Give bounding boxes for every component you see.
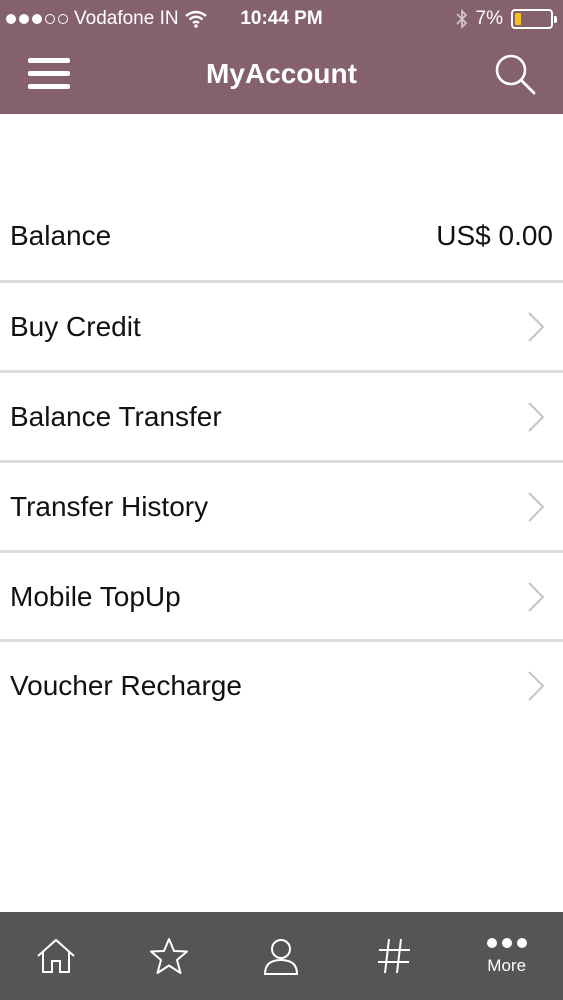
menu-item-label: Transfer History	[10, 491, 209, 522]
page-title: MyAccount	[206, 58, 357, 89]
bluetooth-icon	[455, 9, 467, 29]
menu-item-voucher-recharge[interactable]: Voucher Recharge	[0, 642, 563, 730]
chevron-right-icon	[528, 492, 545, 522]
balance-value: US$ 0.00	[436, 220, 553, 251]
balance-row: Balance US$ 0.00	[0, 192, 563, 280]
menu-item-label: Voucher Recharge	[10, 670, 242, 701]
profile-icon	[264, 939, 299, 975]
hash-icon	[378, 938, 411, 974]
status-bar: Vodafone IN 10:44 PM 7%	[0, 0, 563, 38]
search-icon[interactable]	[493, 52, 537, 96]
more-icon	[486, 938, 527, 948]
chevron-right-icon	[528, 312, 545, 342]
menu-item-label: Mobile TopUp	[10, 581, 181, 612]
star-icon	[149, 938, 188, 974]
status-right: 7%	[455, 8, 557, 30]
chevron-right-icon	[528, 582, 545, 612]
tab-favorites[interactable]	[113, 912, 226, 1000]
tab-more[interactable]: More	[450, 912, 563, 1000]
chevron-right-icon	[528, 402, 545, 432]
menu-item-transfer-history[interactable]: Transfer History	[0, 463, 563, 551]
menu-item-mobile-topup[interactable]: Mobile TopUp	[0, 553, 563, 641]
battery-level	[515, 13, 522, 25]
menu-item-label: Balance Transfer	[10, 401, 222, 432]
chevron-right-icon	[528, 671, 545, 701]
balance-label: Balance	[10, 220, 112, 251]
tab-profile[interactable]	[225, 912, 338, 1000]
home-icon	[37, 938, 75, 973]
tab-hash[interactable]	[338, 912, 451, 1000]
menu-item-buy-credit[interactable]: Buy Credit	[0, 283, 563, 371]
menu-item-balance-transfer[interactable]: Balance Transfer	[0, 373, 563, 461]
tab-more-label: More	[487, 956, 527, 975]
navigation-bar: MyAccount	[0, 38, 563, 114]
tab-home[interactable]	[0, 912, 113, 1000]
battery-icon	[511, 9, 557, 29]
menu-item-label: Buy Credit	[10, 311, 141, 342]
header: Vodafone IN 10:44 PM 7% MyAccount	[0, 0, 563, 114]
tab-bar: More	[0, 912, 563, 1000]
battery-percent: 7%	[475, 8, 503, 29]
